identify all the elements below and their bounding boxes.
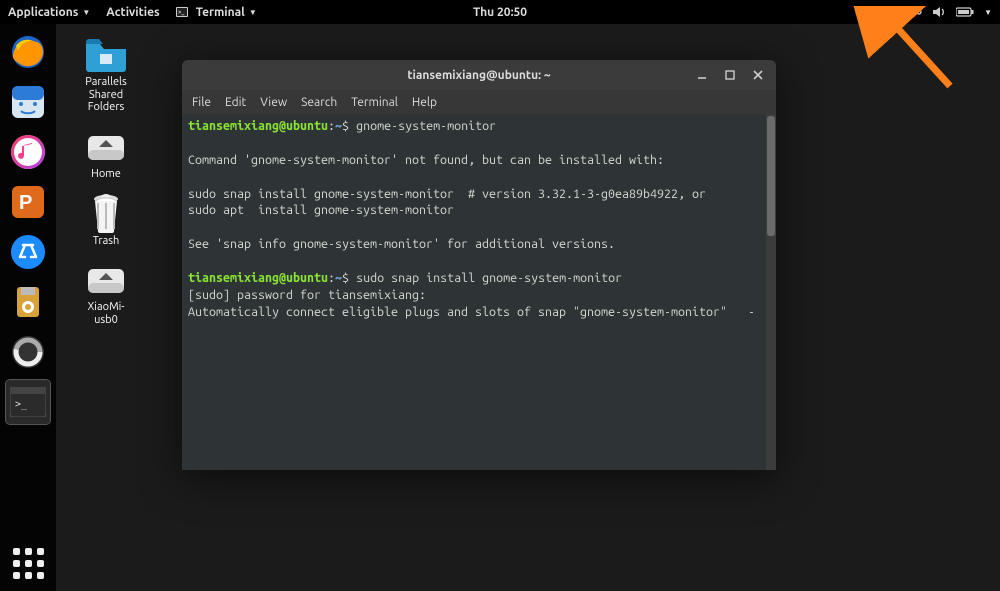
applications-label: Applications: [8, 6, 78, 19]
dock-app-usb-creator[interactable]: [6, 280, 50, 324]
desktop-icon-label: Home: [91, 168, 121, 181]
night-light-icon[interactable]: [882, 5, 896, 19]
chevron-down-icon: ▼: [249, 8, 257, 17]
clock[interactable]: Thu 20:50: [473, 6, 527, 19]
terminal-command: sudo snap install gnome-system-monitor: [356, 271, 622, 285]
maximize-button[interactable]: [718, 64, 742, 86]
scrollbar-thumb[interactable]: [767, 116, 775, 236]
terminal-icon: >_: [176, 7, 188, 17]
desktop-icon-trash[interactable]: Trash: [70, 195, 142, 248]
svg-text:P: P: [19, 192, 32, 214]
desktop-icon-home[interactable]: Home: [70, 128, 142, 181]
drive-icon: [84, 261, 128, 299]
menu-view[interactable]: View: [260, 96, 287, 109]
menu-help[interactable]: Help: [412, 96, 437, 109]
active-app-menu[interactable]: >_ Terminal ▼: [176, 6, 257, 19]
folder-icon: [84, 36, 128, 74]
volume-icon[interactable]: [932, 6, 946, 18]
desktop-icon-label: XiaoMi- usb0: [88, 301, 125, 326]
menu-search[interactable]: Search: [301, 96, 337, 109]
drive-icon: [84, 128, 128, 166]
show-applications-button[interactable]: [8, 543, 48, 583]
activities-label: Activities: [106, 6, 159, 19]
minimize-button[interactable]: [690, 64, 714, 86]
menu-edit[interactable]: Edit: [225, 96, 246, 109]
desktop: Parallels Shared Folders Home Trash Xiao…: [70, 36, 142, 326]
prompt-user-host: tiansemixiang@ubuntu: [188, 271, 328, 285]
terminal-body[interactable]: tiansemixiang@ubuntu:~$ gnome-system-mon…: [182, 114, 776, 470]
terminal-line: [sudo] password for tiansemixiang:: [188, 288, 426, 302]
menu-terminal[interactable]: Terminal: [351, 96, 398, 109]
terminal-line: sudo snap install gnome-system-monitor #…: [188, 187, 706, 201]
window-titlebar[interactable]: tiansemixiang@ubuntu: ~: [182, 60, 776, 90]
terminal-line: Command 'gnome-system-monitor' not found…: [188, 153, 664, 167]
terminal-window: tiansemixiang@ubuntu: ~ File Edit View S…: [182, 60, 776, 470]
terminal-command: gnome-system-monitor: [356, 119, 496, 133]
battery-icon[interactable]: [956, 7, 974, 17]
window-controls: [690, 64, 770, 86]
desktop-icon-parallels-folder[interactable]: Parallels Shared Folders: [70, 36, 142, 114]
terminal-line: sudo apt install gnome-system-monitor: [188, 203, 454, 217]
terminal-scrollbar[interactable]: [766, 114, 776, 470]
dock-app-presentation[interactable]: P: [6, 180, 50, 224]
desktop-icon-label: Parallels Shared Folders: [85, 76, 126, 114]
top-bar-left: Applications ▼ Activities >_ Terminal ▼: [8, 6, 257, 19]
prompt-path: ~: [335, 119, 342, 133]
prompt-user-host: tiansemixiang@ubuntu: [188, 119, 328, 133]
terminal-menubar: File Edit View Search Terminal Help: [182, 90, 776, 114]
terminal-line: Automatically connect eligible plugs and…: [188, 305, 755, 319]
prompt-path: ~: [335, 271, 342, 285]
system-menu-chevron-icon[interactable]: ▼: [984, 8, 992, 17]
dock-app-store[interactable]: [6, 230, 50, 274]
svg-text:>_: >_: [178, 9, 184, 16]
menu-file[interactable]: File: [192, 96, 211, 109]
activities-menu[interactable]: Activities: [106, 6, 159, 19]
applications-menu[interactable]: Applications ▼: [8, 6, 90, 19]
dock-app-settings[interactable]: [6, 330, 50, 374]
desktop-icon-label: Trash: [93, 235, 120, 248]
svg-text:>_: >_: [15, 399, 28, 410]
dock-app-firefox[interactable]: [6, 30, 50, 74]
network-icon[interactable]: [906, 7, 922, 17]
system-tray: ▼: [882, 5, 992, 19]
window-title: tiansemixiang@ubuntu: ~: [407, 69, 550, 82]
dock-app-files[interactable]: [6, 80, 50, 124]
chevron-down-icon: ▼: [82, 8, 90, 17]
dock: P >_: [0, 24, 56, 591]
top-bar: Applications ▼ Activities >_ Terminal ▼ …: [0, 0, 1000, 24]
terminal-line: See 'snap info gnome-system-monitor' for…: [188, 237, 615, 251]
close-button[interactable]: [746, 64, 770, 86]
clock-label: Thu 20:50: [473, 6, 527, 19]
trash-icon: [84, 195, 128, 233]
dock-app-terminal[interactable]: >_: [6, 380, 50, 424]
active-app-label: Terminal: [196, 6, 245, 19]
desktop-icon-xiaomi-usb[interactable]: XiaoMi- usb0: [70, 261, 142, 326]
terminal-output[interactable]: tiansemixiang@ubuntu:~$ gnome-system-mon…: [182, 114, 776, 470]
dock-app-music[interactable]: [6, 130, 50, 174]
